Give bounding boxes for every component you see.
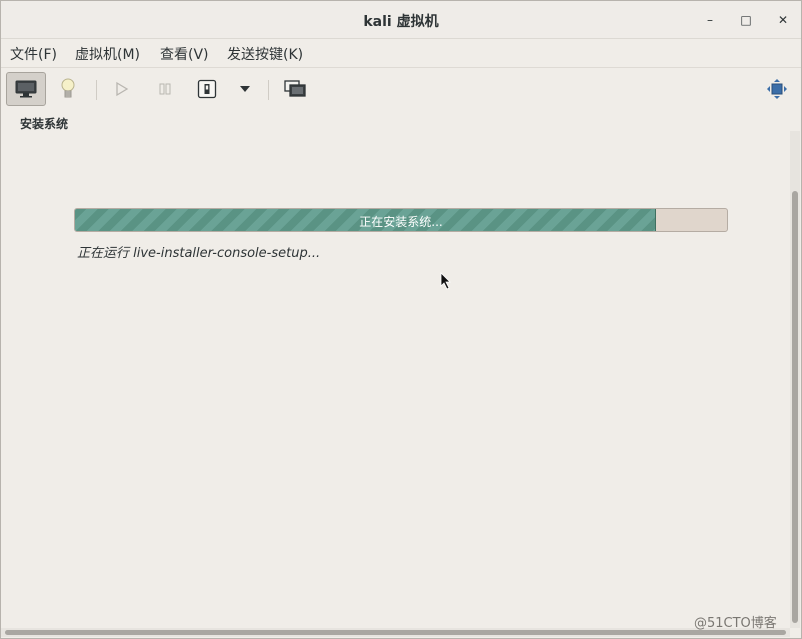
run-button[interactable] bbox=[102, 72, 142, 106]
menu-view[interactable]: 查看(V) bbox=[160, 44, 209, 64]
vertical-scroll-thumb[interactable] bbox=[792, 191, 798, 623]
snapshot-icon bbox=[284, 80, 306, 97]
dropdown-arrow-icon bbox=[240, 86, 250, 92]
play-icon bbox=[116, 81, 129, 97]
section-title: 安装系统 bbox=[20, 117, 69, 131]
mouse-cursor-icon bbox=[440, 272, 452, 294]
vertical-scrollbar[interactable] bbox=[790, 131, 800, 628]
toolbar-separator bbox=[268, 80, 269, 100]
title-bar: kali 虚拟机 – □ ✕ bbox=[1, 1, 801, 39]
shutdown-menu-button[interactable] bbox=[225, 72, 265, 106]
close-button[interactable]: ✕ bbox=[774, 11, 792, 29]
minimize-button[interactable]: – bbox=[701, 11, 719, 29]
horizontal-scroll-thumb[interactable] bbox=[5, 630, 786, 635]
shutdown-button[interactable] bbox=[187, 72, 227, 106]
fullscreen-button[interactable] bbox=[757, 72, 797, 106]
toolbar bbox=[1, 68, 801, 112]
power-icon bbox=[197, 79, 217, 99]
menu-send-key[interactable]: 发送按键(K) bbox=[227, 44, 303, 64]
lightbulb-icon bbox=[61, 78, 75, 98]
menu-bar: 文件(F) 虚拟机(M) 查看(V) 发送按键(K) bbox=[1, 39, 801, 68]
snapshots-button[interactable] bbox=[275, 72, 315, 106]
fullscreen-icon bbox=[767, 79, 787, 99]
monitor-icon bbox=[15, 80, 37, 98]
details-view-button[interactable] bbox=[48, 72, 88, 106]
window-title: kali 虚拟机 bbox=[363, 14, 439, 30]
toolbar-separator bbox=[96, 80, 97, 100]
menu-vm[interactable]: 虚拟机(M) bbox=[75, 44, 140, 64]
vm-window: kali 虚拟机 – □ ✕ 文件(F) 虚拟机(M) 查看(V) 发送按键(K… bbox=[0, 0, 802, 639]
watermark: @51CTO博客 bbox=[694, 616, 777, 631]
maximize-button[interactable]: □ bbox=[737, 11, 755, 29]
menu-file[interactable]: 文件(F) bbox=[10, 44, 57, 64]
pause-button[interactable] bbox=[145, 72, 185, 106]
status-message: 正在运行 live-installer-console-setup... bbox=[77, 246, 321, 261]
progress-text: 正在安装系统... bbox=[359, 215, 443, 229]
install-progress-bar: 正在安装系统... bbox=[74, 208, 728, 232]
horizontal-scrollbar[interactable] bbox=[1, 628, 790, 637]
console-view-button[interactable] bbox=[6, 72, 46, 106]
pause-icon bbox=[159, 83, 171, 95]
